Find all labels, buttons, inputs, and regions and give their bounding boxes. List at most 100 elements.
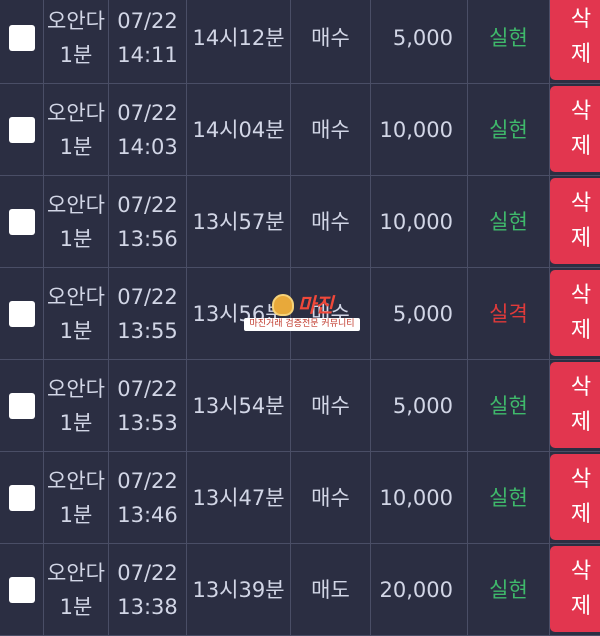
trade-date: 07/22 — [117, 560, 178, 585]
instrument-name: 오안다 — [47, 560, 105, 585]
amount-cell: 5,000 — [371, 0, 468, 83]
row-checkbox[interactable] — [8, 392, 35, 419]
trade-type: 매수 — [311, 485, 350, 510]
delete-cell: 삭제 — [550, 452, 600, 543]
delete-label-line2: 제 — [570, 409, 592, 435]
instrument-interval: 1분 — [59, 134, 93, 159]
round-minute-cell: 13시47분 — [187, 452, 291, 543]
delete-label-line2: 제 — [570, 501, 592, 527]
trade-type-cell: 매수 — [291, 268, 371, 359]
instrument-cell: 오안다 1분 — [44, 84, 109, 175]
trade-date: 07/22 — [117, 100, 178, 125]
amount-cell: 5,000 — [371, 268, 468, 359]
result-cell: 실현 — [468, 0, 550, 83]
result-cell: 실현 — [468, 360, 550, 451]
delete-label-line1: 삭 — [570, 6, 592, 32]
trade-amount: 10,000 — [379, 209, 453, 234]
instrument-cell: 오안다 1분 — [44, 360, 109, 451]
delete-cell: 삭제 — [550, 0, 600, 83]
round-minute-cell: 13시54분 — [187, 360, 291, 451]
trade-type: 매수 — [311, 209, 350, 234]
round-minute: 13시39분 — [192, 577, 285, 602]
delete-button[interactable]: 삭제 — [550, 177, 600, 264]
row-checkbox[interactable] — [8, 300, 35, 327]
row-checkbox[interactable] — [8, 576, 35, 603]
delete-button[interactable]: 삭제 — [550, 361, 600, 448]
round-minute-cell: 13시57분 — [187, 176, 291, 267]
round-minute: 13시56분 — [192, 301, 285, 326]
trade-date: 07/22 — [117, 8, 178, 33]
row-checkbox-cell — [0, 544, 44, 635]
trade-type-cell: 매수 — [291, 452, 371, 543]
table-row: 오안다 1분 07/22 13:46 13시47분 매수 10,000 실현 삭 제 — [0, 452, 600, 544]
instrument-interval: 1분 — [59, 318, 93, 343]
row-checkbox-cell — [0, 360, 44, 451]
trade-time: 13:53 — [117, 410, 178, 435]
trade-result: 실격 — [489, 301, 528, 326]
row-checkbox-cell — [0, 84, 44, 175]
amount-cell: 5,000 — [371, 360, 468, 451]
row-checkbox[interactable] — [8, 24, 35, 51]
delete-button[interactable]: 삭제 — [550, 545, 600, 632]
delete-button[interactable]: 삭제 — [550, 453, 600, 540]
delete-label-line1: 삭 — [570, 558, 592, 584]
trade-type: 매수 — [311, 117, 350, 142]
instrument-cell: 오안다 1분 — [44, 544, 109, 635]
instrument-name: 오안다 — [47, 8, 105, 33]
trade-type: 매수 — [311, 393, 350, 418]
trade-time: 14:03 — [117, 134, 178, 159]
row-checkbox-cell — [0, 268, 44, 359]
trade-result: 실현 — [489, 577, 528, 602]
delete-label-line2: 제 — [570, 593, 592, 619]
round-minute: 13시47분 — [192, 485, 285, 510]
delete-label-line1: 삭 — [570, 190, 592, 216]
amount-cell: 20,000 — [371, 544, 468, 635]
row-checkbox[interactable] — [8, 208, 35, 235]
trade-type-cell: 매수 — [291, 176, 371, 267]
datetime-cell: 07/22 14:11 — [109, 0, 187, 83]
trade-result: 실현 — [489, 25, 528, 50]
trade-amount: 5,000 — [392, 301, 453, 326]
trade-type: 매수 — [311, 25, 350, 50]
result-cell: 실현 — [468, 84, 550, 175]
delete-button[interactable]: 삭제 — [550, 269, 600, 356]
round-minute: 13시54분 — [192, 393, 285, 418]
trade-type-cell: 매수 — [291, 84, 371, 175]
row-checkbox[interactable] — [8, 484, 35, 511]
trade-time: 13:56 — [117, 226, 178, 251]
delete-cell: 삭제 — [550, 544, 600, 635]
delete-label-line1: 삭 — [570, 98, 592, 124]
delete-label-line1: 삭 — [570, 466, 592, 492]
trade-time: 13:38 — [117, 594, 178, 619]
amount-cell: 10,000 — [371, 452, 468, 543]
instrument-name: 오안다 — [47, 100, 105, 125]
trade-type: 매수 — [311, 301, 350, 326]
trade-time: 13:55 — [117, 318, 178, 343]
instrument-interval: 1분 — [59, 502, 93, 527]
table-row: 오안다 1분 07/22 14:03 14시04분 매수 10,000 실현 삭 제 — [0, 84, 600, 176]
table-row: 오안다 1분 07/22 13:55 13시56분 매수 5,000 실격 삭 제 — [0, 268, 600, 360]
trade-result: 실현 — [489, 117, 528, 142]
result-cell: 실격 — [468, 268, 550, 359]
result-cell: 실현 — [468, 452, 550, 543]
round-minute-cell: 14시12분 — [187, 0, 291, 83]
delete-label-line2: 제 — [570, 317, 592, 343]
delete-cell: 삭제 — [550, 268, 600, 359]
trade-time: 13:46 — [117, 502, 178, 527]
round-minute: 14시04분 — [192, 117, 285, 142]
trade-type: 매도 — [311, 577, 350, 602]
instrument-cell: 오안다 1분 — [44, 268, 109, 359]
instrument-cell: 오안다 1분 — [44, 452, 109, 543]
instrument-cell: 오안다 1분 — [44, 0, 109, 83]
trade-type-cell: 매수 — [291, 360, 371, 451]
delete-button[interactable]: 삭제 — [550, 85, 600, 172]
row-checkbox-cell — [0, 452, 44, 543]
row-checkbox[interactable] — [8, 116, 35, 143]
delete-cell: 삭제 — [550, 176, 600, 267]
instrument-name: 오안다 — [47, 468, 105, 493]
delete-label-line2: 제 — [570, 41, 592, 67]
instrument-name: 오안다 — [47, 376, 105, 401]
delete-button[interactable]: 삭제 — [550, 0, 600, 80]
delete-label-line1: 삭 — [570, 374, 592, 400]
trade-history-table: 오안다 1분 07/22 14:11 14시12분 매수 5,000 실현 삭 제 오안다 1분 07/… — [0, 0, 600, 636]
